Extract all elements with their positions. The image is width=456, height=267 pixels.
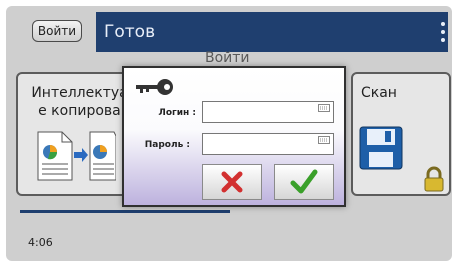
- copy-documents-icon: [37, 131, 116, 181]
- login-label: Логин :: [158, 108, 196, 118]
- login-button[interactable]: Войти: [32, 20, 82, 42]
- key-icon: [136, 79, 173, 95]
- login-field[interactable]: [202, 101, 334, 123]
- login-dialog: Логин : Пароль :: [122, 66, 346, 207]
- ok-button[interactable]: [274, 164, 334, 200]
- tile-scan[interactable]: Скан: [351, 72, 451, 196]
- cross-icon: [221, 171, 243, 193]
- password-field[interactable]: [202, 133, 334, 155]
- clock-text: 4:06: [28, 236, 53, 249]
- dialog-title: Войти: [205, 50, 250, 66]
- overflow-menu-icon[interactable]: [440, 22, 446, 42]
- password-label: Пароль :: [144, 140, 190, 150]
- keyboard-icon[interactable]: [318, 136, 330, 144]
- progress-bar: [20, 210, 230, 213]
- checkmark-icon: [290, 169, 318, 194]
- status-text: Готов: [104, 22, 156, 42]
- tile-scan-label: Скан: [361, 85, 397, 101]
- status-bar: Готов: [96, 12, 448, 52]
- cancel-button[interactable]: [202, 164, 262, 200]
- padlock-icon: [424, 166, 444, 192]
- keyboard-icon[interactable]: [318, 104, 330, 112]
- floppy-disk-icon: [359, 126, 403, 170]
